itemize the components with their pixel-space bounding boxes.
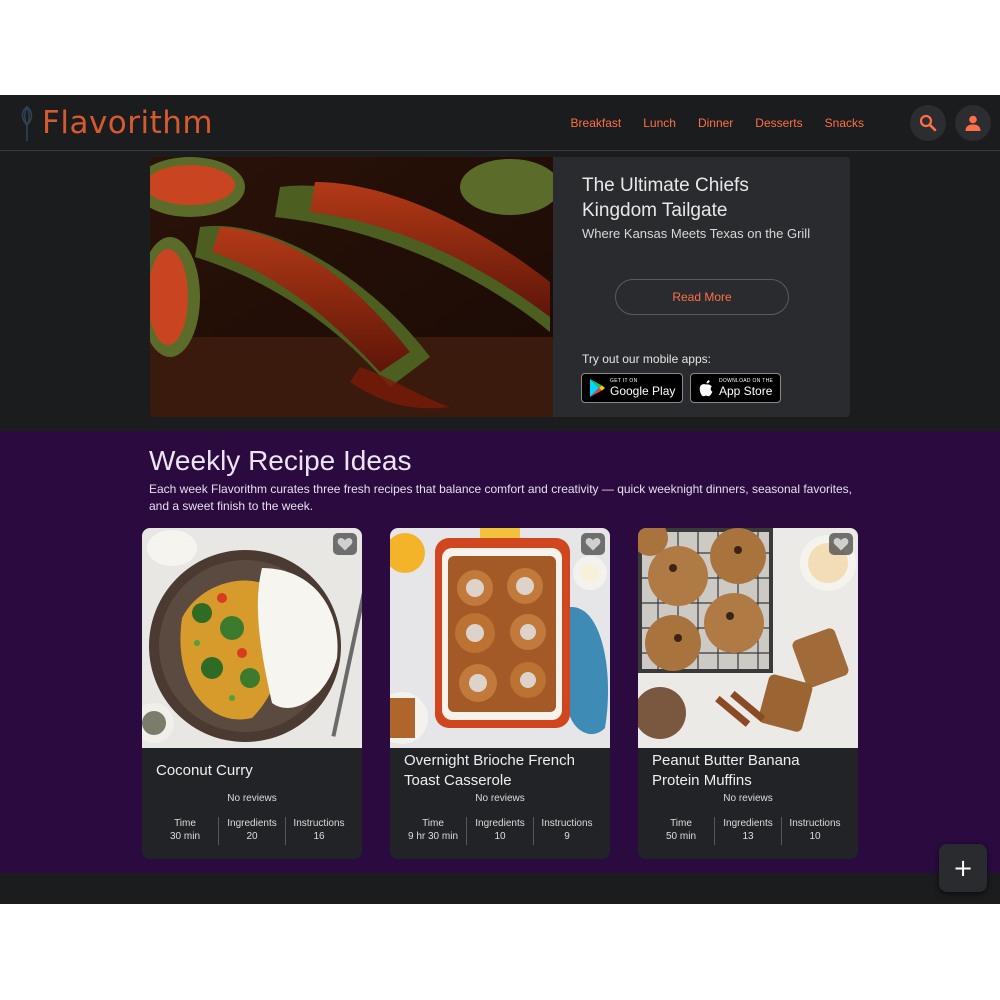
stat-time: Time 50 min [648, 817, 714, 845]
stat-time: Time 9 hr 30 min [400, 817, 466, 845]
nav-desserts[interactable]: Desserts [755, 116, 802, 130]
stat-label: Ingredients [723, 818, 773, 829]
app-store-badge[interactable]: Download on the App Store [690, 373, 781, 403]
google-play-icon [590, 379, 605, 397]
stat-instructions: Instructions 16 [285, 817, 352, 845]
recipe-title[interactable]: Overnight Brioche French Toast Casserole [404, 750, 599, 792]
stat-ingredients: Ingredients 10 [466, 817, 533, 845]
recipe-title[interactable]: Peanut Butter Banana Protein Muffins [652, 750, 847, 792]
stat-ingredients: Ingredients 20 [218, 817, 285, 845]
recipe-title[interactable]: Coconut Curry [156, 750, 351, 792]
recipe-image-french-toast-casserole[interactable] [390, 528, 610, 748]
favorite-button[interactable] [581, 533, 605, 555]
app-root: Flavorithm Breakfast Lunch Dinner Desser… [0, 95, 1000, 904]
featured-article: The Ultimate Chiefs Kingdom Tailgate Whe… [150, 157, 850, 417]
stat-value: 13 [742, 831, 754, 842]
hero-title[interactable]: The Ultimate Chiefs Kingdom Tailgate [582, 173, 812, 223]
recipe-stats: Time 50 min Ingredients 13 Instructions … [648, 817, 848, 845]
account-icon [965, 115, 981, 131]
add-recipe-fab[interactable]: + [939, 844, 987, 892]
review-status: No reviews [475, 793, 525, 804]
brand-logo[interactable]: Flavorithm [18, 103, 213, 143]
stat-label: Ingredients [475, 818, 525, 829]
recipe-image-protein-muffins[interactable] [638, 528, 858, 748]
stat-label: Time [670, 818, 692, 829]
stat-label: Instructions [789, 818, 841, 829]
heart-icon [585, 537, 601, 551]
category-nav: Breakfast Lunch Dinner Desserts Snacks [571, 95, 864, 151]
stat-value: 10 [494, 831, 506, 842]
stat-value: 10 [809, 831, 821, 842]
google-play-badge[interactable]: GET IT ON Google Play [581, 373, 683, 403]
stat-label: Instructions [293, 818, 345, 829]
stat-label: Ingredients [227, 818, 277, 829]
recipe-stats: Time 30 min Ingredients 20 Instructions … [152, 817, 352, 845]
stat-value: 50 min [665, 831, 696, 842]
plus-icon: + [952, 854, 974, 882]
review-status: No reviews [723, 793, 773, 804]
app-store-big-text: App Store [719, 384, 773, 398]
search-button[interactable] [910, 105, 946, 141]
recipe-card[interactable]: Peanut Butter Banana Protein Muffins No … [638, 528, 858, 859]
recipe-card[interactable]: Coconut Curry No reviews Time 30 min Ing… [142, 528, 362, 859]
stat-label: Time [422, 818, 444, 829]
recipe-image-coconut-curry[interactable] [142, 528, 362, 748]
stat-label: Time [174, 818, 196, 829]
mobile-apps-label: Try out our mobile apps: [582, 352, 711, 366]
nav-dinner[interactable]: Dinner [698, 116, 733, 130]
stat-instructions: Instructions 9 [533, 817, 600, 845]
top-navbar: Flavorithm Breakfast Lunch Dinner Desser… [0, 95, 1000, 151]
stat-instructions: Instructions 10 [781, 817, 848, 845]
favorite-button[interactable] [333, 533, 357, 555]
favorite-button[interactable] [829, 533, 853, 555]
stat-ingredients: Ingredients 13 [714, 817, 781, 845]
heart-icon [337, 537, 353, 551]
section-title: Weekly Recipe Ideas [149, 445, 412, 476]
hero-subtitle: Where Kansas Meets Texas on the Grill [582, 226, 811, 241]
stat-label: Instructions [541, 818, 593, 829]
recipe-stats: Time 9 hr 30 min Ingredients 10 Instruct… [400, 817, 600, 845]
section-description: Each week Flavorithm curates three fresh… [149, 482, 853, 513]
weekly-recipes-section: Weekly Recipe Ideas Each week Flavorithm… [0, 431, 1000, 873]
google-play-big-text: Google Play [610, 384, 676, 398]
stat-value: 9 hr 30 min [407, 831, 459, 842]
stat-value: 16 [313, 831, 325, 842]
nav-breakfast[interactable]: Breakfast [571, 116, 622, 130]
whisk-icon [21, 105, 33, 141]
review-status: No reviews [227, 793, 277, 804]
nav-lunch[interactable]: Lunch [643, 116, 676, 130]
search-icon [919, 114, 937, 132]
stat-value: 9 [564, 831, 570, 842]
nav-snacks[interactable]: Snacks [825, 116, 864, 130]
read-more-button[interactable]: Read More [615, 279, 789, 315]
brand-name: Flavorithm [42, 105, 214, 141]
stat-time: Time 30 min [152, 817, 218, 845]
hero-image[interactable] [150, 157, 553, 417]
apple-icon [699, 380, 713, 397]
account-button[interactable] [955, 105, 991, 141]
stat-value: 20 [246, 831, 258, 842]
recipe-card[interactable]: Overnight Brioche French Toast Casserole… [390, 528, 610, 859]
heart-icon [833, 537, 849, 551]
stat-value: 30 min [169, 831, 200, 842]
